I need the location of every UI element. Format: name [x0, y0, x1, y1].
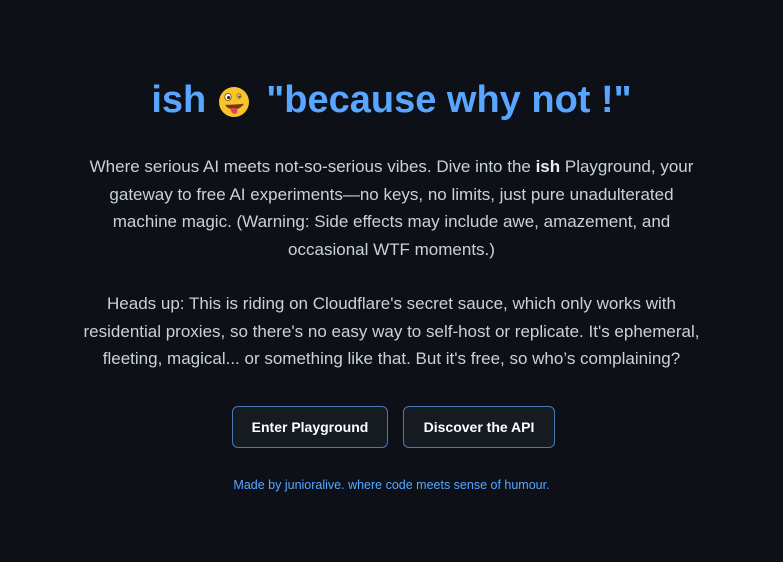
footer: Made by junioralive. where code meets se… — [0, 478, 783, 492]
notice-paragraph: Heads up: This is riding on Cloudflare's… — [83, 294, 700, 368]
enter-playground-button[interactable]: Enter Playground — [232, 406, 388, 448]
zany-face-icon — [218, 82, 250, 117]
intro-paragraph: Where serious AI meets not-so-serious vi… — [80, 153, 703, 263]
page-title: ish "because why not !" — [0, 74, 783, 124]
footer-tagline: . where code meets sense of humour. — [341, 478, 550, 492]
intro-text-start: Where serious AI meets not-so-serious vi… — [89, 157, 536, 176]
author-link[interactable]: junioralive — [285, 478, 341, 492]
footer-made-by: Made by — [233, 478, 285, 492]
tagline: "because why not !" — [266, 78, 632, 121]
intro-brand-bold: ish — [535, 157, 561, 176]
brand-name: ish — [151, 78, 207, 121]
discover-api-button[interactable]: Discover the API — [403, 406, 555, 448]
